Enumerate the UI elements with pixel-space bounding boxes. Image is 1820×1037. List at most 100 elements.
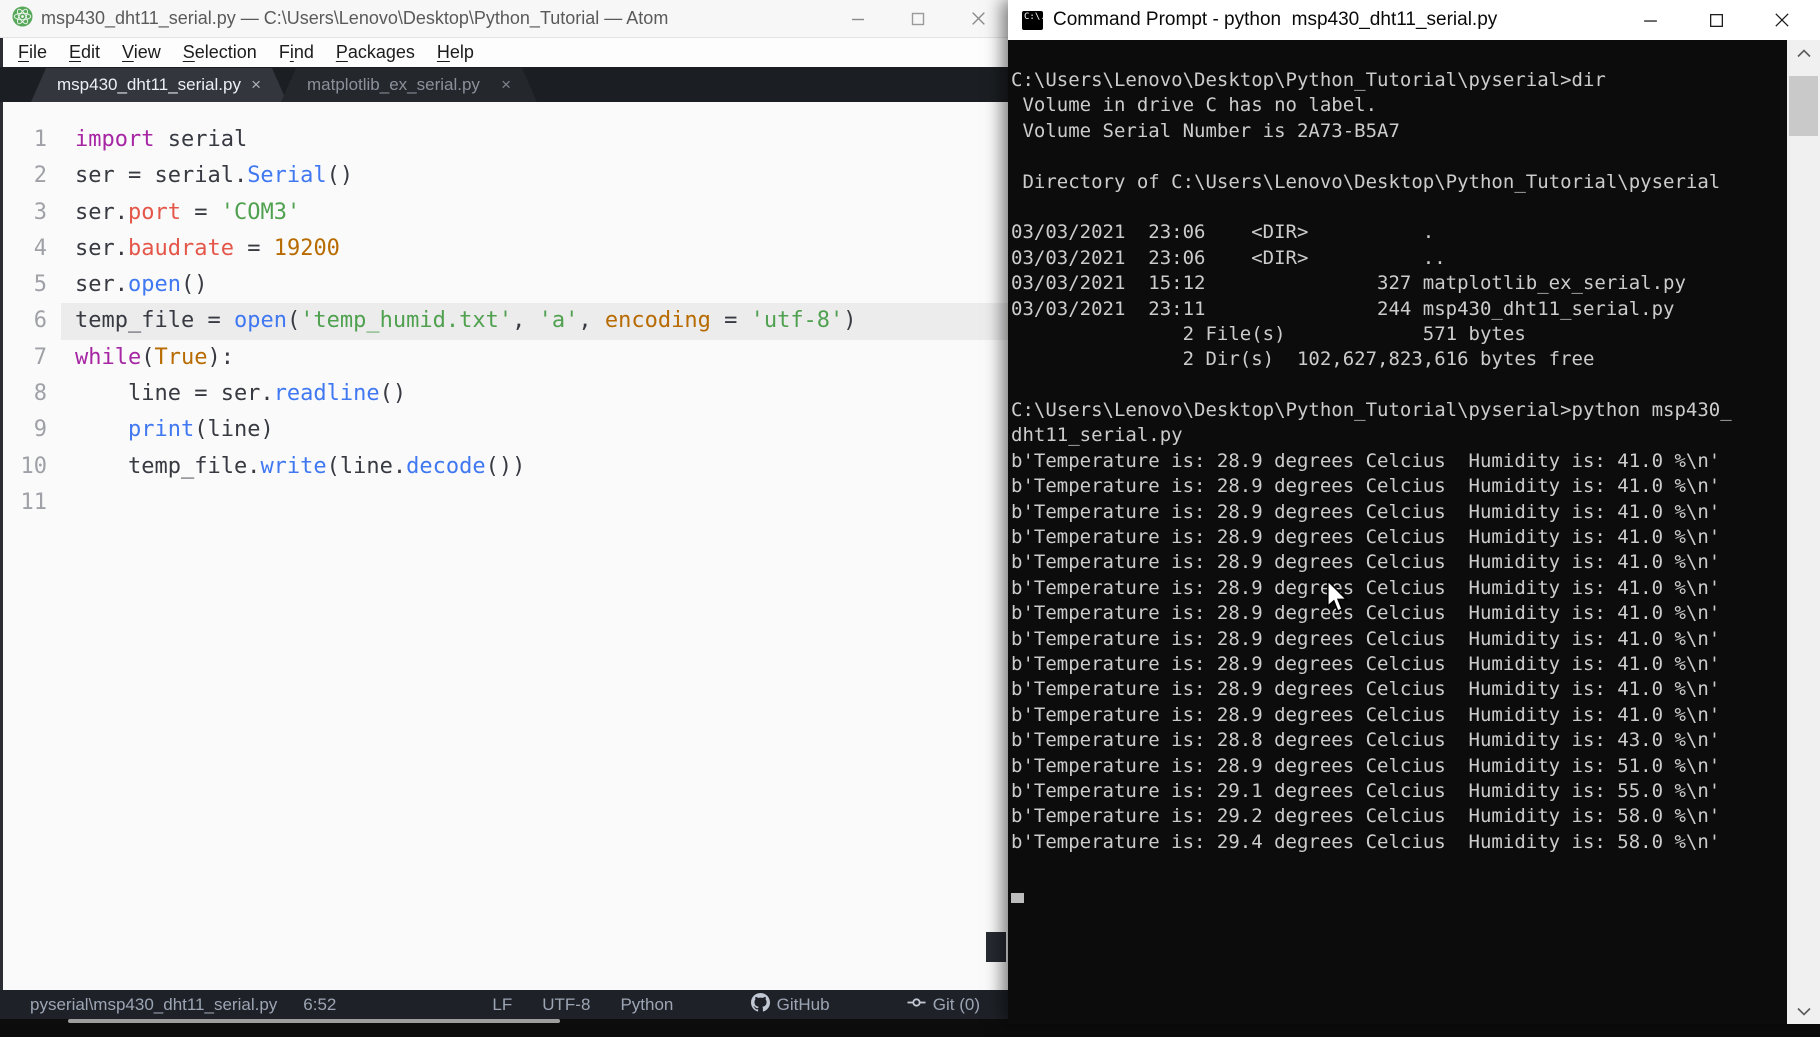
- menu-item-selection[interactable]: Selection: [172, 42, 268, 63]
- console-line: [1011, 373, 1787, 398]
- statusbar-github-label: GitHub: [777, 995, 830, 1015]
- atom-tabbar: msp430_dht11_serial.py×matplotlib_ex_ser…: [0, 67, 1008, 102]
- console-line: b'Temperature is: 28.9 degrees Celcius H…: [1011, 449, 1787, 474]
- console-line: Volume Serial Number is 2A73-B5A7: [1011, 119, 1787, 144]
- line-number: 10: [3, 449, 47, 485]
- code-text: ser.port = 'COM3': [75, 195, 1008, 231]
- tab-matplotlib_ex_serial.py[interactable]: matplotlib_ex_serial.py×: [281, 68, 537, 102]
- code-line-9[interactable]: 9 print(line): [3, 412, 1008, 448]
- console-line: Volume in drive C has no label.: [1011, 93, 1787, 118]
- menu-item-file[interactable]: File: [7, 42, 58, 63]
- console-line: [1011, 855, 1787, 880]
- console-line: b'Temperature is: 28.9 degrees Celcius H…: [1011, 627, 1787, 652]
- console-line: 2 File(s) 571 bytes: [1011, 322, 1787, 347]
- scrollbar-down-arrow-icon[interactable]: [1787, 1002, 1820, 1020]
- console-line: 03/03/2021 15:12 327 matplotlib_ex_seria…: [1011, 271, 1787, 296]
- code-text: while(True):: [75, 340, 1008, 376]
- console-line: b'Temperature is: 28.9 degrees Celcius H…: [1011, 576, 1787, 601]
- code-text: [75, 485, 1008, 521]
- taskbar-strip: [0, 1019, 1008, 1024]
- menu-item-view[interactable]: View: [111, 42, 172, 63]
- code-line-10[interactable]: 10 temp_file.write(line.decode()): [3, 449, 1008, 485]
- console-line: b'Temperature is: 29.4 degrees Celcius H…: [1011, 830, 1787, 855]
- code-line-8[interactable]: 8 line = ser.readline(): [3, 376, 1008, 412]
- code-line-3[interactable]: 3 ser.port = 'COM3': [3, 195, 1008, 231]
- console-line: b'Temperature is: 28.9 degrees Celcius H…: [1011, 677, 1787, 702]
- console-titlebar: C:\. Command Prompt - python msp430_dht1…: [1008, 0, 1820, 40]
- code-text: import serial: [75, 122, 1008, 158]
- tab-close-icon[interactable]: ×: [251, 75, 261, 95]
- line-number: 3: [3, 195, 47, 231]
- command-prompt-icon: C:\.: [1022, 11, 1043, 30]
- console-cursor-line: [1011, 881, 1787, 906]
- menu-item-packages[interactable]: Packages: [325, 42, 426, 63]
- console-line: b'Temperature is: 28.9 degrees Celcius H…: [1011, 500, 1787, 525]
- atom-logo-icon: [12, 6, 33, 32]
- tab-msp430_dht11_serial.py[interactable]: msp430_dht11_serial.py ×: [31, 68, 287, 102]
- console-line: C:\Users\Lenovo\Desktop\Python_Tutorial\…: [1011, 398, 1787, 423]
- atom-minimize-button[interactable]: [828, 2, 888, 36]
- console-output[interactable]: C:\Users\Lenovo\Desktop\Python_Tutorial\…: [1008, 40, 1787, 1024]
- code-line-7[interactable]: 7 while(True):: [3, 340, 1008, 376]
- atom-close-button[interactable]: [948, 2, 1008, 36]
- console-line: C:\Users\Lenovo\Desktop\Python_Tutorial\…: [1011, 68, 1787, 93]
- menu-item-help[interactable]: Help: [426, 42, 485, 63]
- line-number: 8: [3, 376, 47, 412]
- code-text: temp_file = open('temp_humid.txt', 'a', …: [61, 303, 1008, 339]
- tab-close-icon[interactable]: ×: [501, 75, 511, 95]
- atom-statusbar: pyserial\msp430_dht11_serial.py 6:52 LF …: [0, 990, 1008, 1019]
- console-line: dht11_serial.py: [1011, 423, 1787, 448]
- scrollbar-up-arrow-icon[interactable]: [1787, 44, 1820, 62]
- tab-label: msp430_dht11_serial.py: [57, 75, 241, 95]
- code-lines-container: 1 import serial2ser = serial.Serial()3 ser…: [3, 122, 1008, 521]
- line-number: 11: [3, 485, 47, 521]
- console-line: b'Temperature is: 28.9 degrees Celcius H…: [1011, 525, 1787, 550]
- line-number: 9: [3, 412, 47, 448]
- statusbar-encoding[interactable]: UTF-8: [542, 995, 590, 1015]
- line-number: 4: [3, 231, 47, 267]
- code-line-11[interactable]: 11: [3, 485, 1008, 521]
- console-line: b'Temperature is: 29.1 degrees Celcius H…: [1011, 779, 1787, 804]
- console-line: 2 Dir(s) 102,627,823,616 bytes free: [1011, 347, 1787, 372]
- console-line: [1011, 195, 1787, 220]
- mouse-cursor-icon: [1326, 580, 1349, 619]
- line-number: 7: [3, 340, 47, 376]
- statusbar-grammar[interactable]: Python: [620, 995, 673, 1015]
- code-text: line = ser.readline(): [75, 376, 1008, 412]
- code-line-2[interactable]: 2ser = serial.Serial(): [3, 158, 1008, 194]
- atom-maximize-button[interactable]: [888, 2, 948, 36]
- console-scrollbar[interactable]: [1787, 40, 1820, 1024]
- console-maximize-button[interactable]: [1683, 0, 1749, 40]
- code-line-5[interactable]: 5 ser.open(): [3, 267, 1008, 303]
- code-text: ser.baudrate = 19200: [75, 231, 1008, 267]
- console-line: b'Temperature is: 28.9 degrees Celcius H…: [1011, 474, 1787, 499]
- console-line: Directory of C:\Users\Lenovo\Desktop\Pyt…: [1011, 170, 1787, 195]
- code-text: ser.open(): [75, 267, 1008, 303]
- menu-item-find[interactable]: Find: [268, 42, 325, 63]
- statusbar-line-ending[interactable]: LF: [492, 995, 512, 1015]
- console-line: 03/03/2021 23:06 <DIR> ..: [1011, 246, 1787, 271]
- console-close-button[interactable]: [1749, 0, 1815, 40]
- console-minimize-button[interactable]: [1617, 0, 1683, 40]
- code-text: temp_file.write(line.decode()): [75, 449, 1008, 485]
- line-number: 2: [3, 158, 47, 194]
- line-number: 1: [3, 122, 47, 158]
- console-line: [1011, 144, 1787, 169]
- statusbar-git-label: Git (0): [933, 995, 980, 1015]
- code-line-6[interactable]: 6 temp_file = open('temp_humid.txt', 'a',…: [3, 303, 1008, 339]
- console-line: b'Temperature is: 28.9 degrees Celcius H…: [1011, 703, 1787, 728]
- editor-scrollbar-thumb[interactable]: [986, 932, 1006, 962]
- console-scrollbar-thumb[interactable]: [1789, 76, 1818, 136]
- code-line-4[interactable]: 4 ser.baudrate = 19200: [3, 231, 1008, 267]
- code-editor[interactable]: 1 import serial2ser = serial.Serial()3 ser…: [0, 102, 1008, 990]
- statusbar-cursor-position[interactable]: 6:52: [303, 995, 336, 1015]
- statusbar-file-path[interactable]: pyserial\msp430_dht11_serial.py: [30, 995, 277, 1015]
- line-number: 5: [3, 267, 47, 303]
- console-line: b'Temperature is: 28.9 degrees Celcius H…: [1011, 652, 1787, 677]
- taskbar-segment[interactable]: [68, 1019, 560, 1023]
- line-number: 6: [3, 303, 47, 339]
- code-line-1[interactable]: 1 import serial: [3, 122, 1008, 158]
- code-text: print(line): [75, 412, 1008, 448]
- menu-item-edit[interactable]: Edit: [58, 42, 111, 63]
- console-line: b'Temperature is: 29.2 degrees Celcius H…: [1011, 804, 1787, 829]
